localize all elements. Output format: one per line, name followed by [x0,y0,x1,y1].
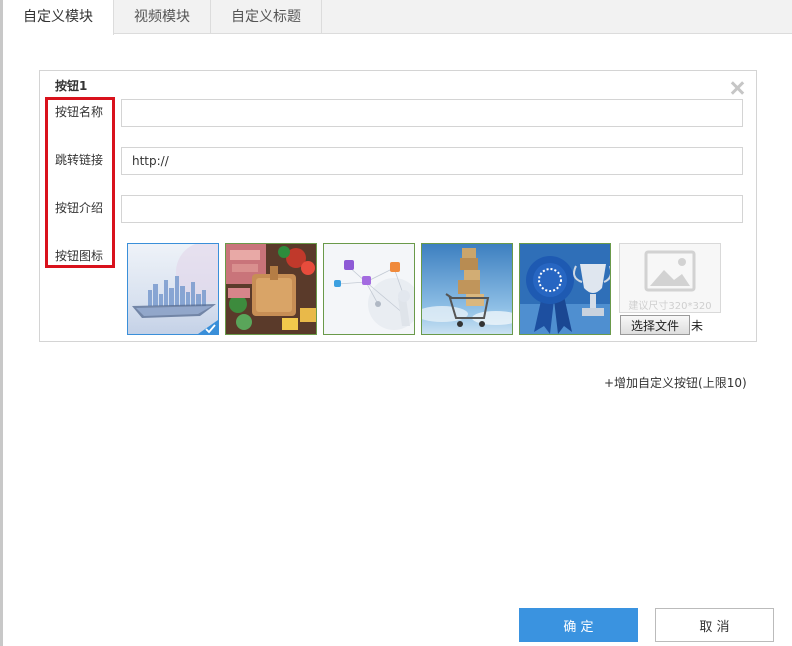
window-left-edge [0,0,3,646]
close-icon[interactable] [730,81,744,95]
thumbnail-city-skyline[interactable] [127,243,219,335]
button-name-label: 按钮名称 [55,105,104,119]
image-placeholder-icon [644,250,696,292]
choose-file-button[interactable]: 选择文件 [620,315,690,335]
button-intro-input[interactable] [121,195,743,223]
tab-bar: 自定义模块 视频模块 自定义标题 [3,0,792,35]
cancel-button[interactable]: 取 消 [655,608,774,642]
jump-link-input[interactable] [121,147,743,175]
button-config-panel: 按钮1 按钮名称 跳转链接 按钮介绍 按钮图标 http:// 建议尺寸320*… [39,70,757,342]
thumbnail-shopping-cart[interactable] [421,243,513,335]
shopping-cart-boxes-image [422,244,512,334]
confirm-button[interactable]: 确 定 [519,608,638,642]
upload-placeholder[interactable]: 建议尺寸320*320 [619,243,721,313]
add-custom-button-link[interactable]: +增加自定义按钮(上限10) [604,374,747,391]
button-icon-label: 按钮图标 [55,249,104,263]
thumbnail-network-diagram[interactable] [323,243,415,335]
labels-highlight-box [45,97,115,268]
upload-size-hint: 建议尺寸320*320 [628,301,712,312]
jump-link-label: 跳转链接 [55,153,104,167]
panel-title: 按钮1 [55,79,88,93]
thumbnail-food-platter[interactable] [225,243,317,335]
selected-check-icon [198,320,218,334]
tab-custom-module[interactable]: 自定义模块 [3,0,114,35]
award-trophy-image [520,244,610,334]
tab-video-module[interactable]: 视频模块 [114,0,211,34]
food-platter-image [226,244,316,334]
button-intro-label: 按钮介绍 [55,201,104,215]
tab-custom-title[interactable]: 自定义标题 [211,0,322,34]
thumbnail-award-trophy[interactable] [519,243,611,335]
file-status-text: 未 [691,319,704,333]
network-diagram-image [324,244,414,334]
button-name-input[interactable] [121,99,743,127]
